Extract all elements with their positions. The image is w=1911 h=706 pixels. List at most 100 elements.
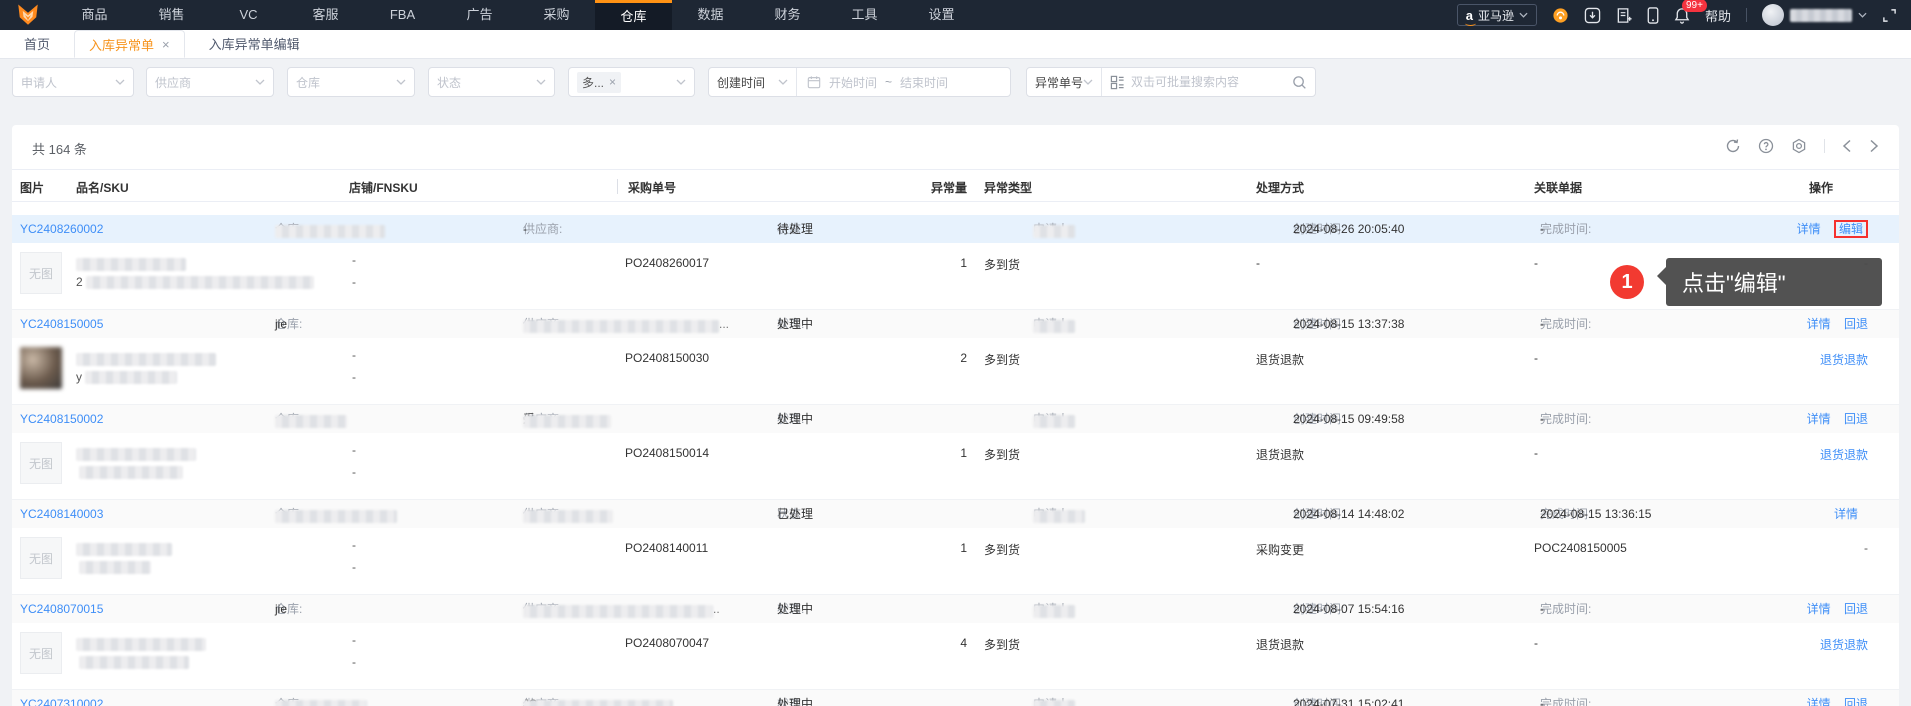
detail-action-link[interactable]: 详情 <box>1807 317 1831 331</box>
col-actions: 操作 <box>1808 181 1833 195</box>
exception-order-number-link[interactable]: YC2408150005 <box>20 310 103 338</box>
detail-action-link[interactable]: 详情 <box>1797 222 1821 236</box>
detail-row: 无图 - - PO2408150014 1 多到货 退货退款 - 退货退款 <box>12 433 1899 500</box>
detail-row-action[interactable]: 退货退款 <box>1820 351 1868 368</box>
exception-order-number-link[interactable]: YC2408150002 <box>20 405 103 433</box>
exception-order-number-link[interactable]: YC2407310002 <box>20 690 103 706</box>
app-logo-fox-icon[interactable] <box>0 0 56 30</box>
detail-action-link[interactable]: 详情 <box>1807 412 1831 426</box>
exception-order-group: YC2408070015 仓库:jie 供应商:.. 状态:处理中 申请人: 创… <box>12 595 1899 690</box>
nav-item-vc[interactable]: VC <box>210 0 287 30</box>
tab-home[interactable]: 首页 <box>0 30 74 58</box>
date-range-input[interactable]: 开始时间 ~ 结束时间 <box>797 74 1010 91</box>
exception-order-number-link[interactable]: YC2408070015 <box>20 595 103 623</box>
exception-order-group: YC2407310002 仓库: 供应商:JS... 状态:处理中 申请人: 创… <box>12 690 1899 706</box>
search-field-select[interactable]: 异常单号 <box>1027 68 1102 96</box>
product-image[interactable]: 无图 <box>20 537 62 579</box>
col-image: 图片 <box>20 181 45 195</box>
secondary-action-link[interactable]: 回退 <box>1844 317 1868 331</box>
chevron-left-icon[interactable] <box>1842 139 1852 153</box>
batch-search-icon[interactable] <box>1110 75 1125 90</box>
applicant-select[interactable]: 申请人 <box>12 67 134 97</box>
marketplace-selector[interactable]: a 亚马逊 <box>1456 4 1537 26</box>
mobile-app-icon[interactable] <box>1647 6 1659 24</box>
new-document-icon[interactable] <box>1616 7 1632 24</box>
tab-inbound-exception[interactable]: 入库异常单 × <box>74 30 185 58</box>
status-select[interactable]: 状态 <box>428 67 555 97</box>
supplier-field: 供应商:JS... <box>523 690 683 706</box>
user-account-menu[interactable] <box>1762 4 1867 26</box>
row-actions: 详情 回退 <box>1797 310 1868 338</box>
secondary-action-link[interactable]: 回退 <box>1844 602 1868 616</box>
detail-row-action[interactable]: 退货退款 <box>1820 636 1868 653</box>
handle-method: 退货退款 <box>1256 353 1305 367</box>
detail-action-link[interactable]: 详情 <box>1834 507 1858 521</box>
status-value: 处理中 <box>777 412 814 426</box>
nav-item-data[interactable]: 数据 <box>672 0 749 30</box>
tab-inbound-exception-edit[interactable]: 入库异常单编辑 <box>185 30 324 58</box>
fullscreen-icon[interactable] <box>1882 8 1897 23</box>
nav-item-products[interactable]: 商品 <box>56 0 133 30</box>
chevron-right-icon[interactable] <box>1869 139 1879 153</box>
detail-row-action[interactable]: - <box>1864 541 1868 555</box>
tag-label: 多... <box>582 75 605 90</box>
nav-item-sales[interactable]: 销售 <box>133 0 210 30</box>
product-image[interactable]: 无图 <box>20 347 62 389</box>
amazon-icon: a <box>1464 7 1477 26</box>
page-tabs: 首页 入库异常单 × 入库异常单编辑 <box>0 30 1911 59</box>
col-handle-method: 处理方式 <box>1256 181 1305 195</box>
detail-row: 无图 - - PO2408070047 4 多到货 退货退款 - 退货退款 <box>12 623 1899 690</box>
col-name-sku: 品名/SKU <box>76 181 129 195</box>
exception-type: 多到货 <box>984 638 1021 652</box>
nav-item-purchase[interactable]: 采购 <box>518 0 595 30</box>
exception-type-multiselect[interactable]: 多... × <box>568 67 695 97</box>
warehouse-select[interactable]: 仓库 <box>287 67 415 97</box>
exception-type: 多到货 <box>984 543 1021 557</box>
close-icon[interactable]: × <box>162 37 170 52</box>
chevron-down-icon <box>255 79 265 85</box>
exception-order-number-link[interactable]: YC2408140003 <box>20 500 103 528</box>
detail-action-link[interactable]: 详情 <box>1807 697 1831 706</box>
nav-item-finance[interactable]: 财务 <box>749 0 826 30</box>
exception-type: 多到货 <box>984 353 1021 367</box>
exception-order-number-link[interactable]: YC2408260002 <box>20 215 103 243</box>
support-headset-icon[interactable] <box>1552 7 1569 24</box>
nav-item-warehouse[interactable]: 仓库 <box>595 0 672 30</box>
applicant-field: 申请人: <box>1033 500 1085 528</box>
warehouse-field: 仓库: <box>275 405 347 433</box>
nav-item-settings[interactable]: 设置 <box>903 0 980 30</box>
secondary-action-link[interactable]: 编辑 <box>1833 220 1868 238</box>
nav-item-service[interactable]: 客服 <box>287 0 364 30</box>
start-date-placeholder: 开始时间 <box>829 75 878 90</box>
nav-item-fba[interactable]: FBA <box>364 0 441 30</box>
settings-gear-icon[interactable] <box>1791 138 1807 154</box>
search-input[interactable] <box>1131 75 1286 89</box>
tag-close-icon[interactable]: × <box>609 75 616 89</box>
secondary-action-link[interactable]: 回退 <box>1844 412 1868 426</box>
help-circle-icon[interactable] <box>1758 138 1774 154</box>
detail-action-link[interactable]: 详情 <box>1807 602 1831 616</box>
secondary-action-link[interactable]: 回退 <box>1844 697 1868 706</box>
product-image[interactable]: 无图 <box>20 632 62 674</box>
search-icon[interactable] <box>1292 75 1307 90</box>
help-link[interactable]: 帮助 <box>1705 6 1731 25</box>
product-image[interactable]: 无图 <box>20 442 62 484</box>
supplier-field: 供应商: <box>523 500 613 528</box>
download-icon[interactable] <box>1584 7 1601 24</box>
date-type-select[interactable]: 创建时间 <box>709 68 797 96</box>
warehouse-field: 仓库: <box>275 500 397 528</box>
product-image[interactable]: 无图 <box>20 252 62 294</box>
nav-item-ads[interactable]: 广告 <box>441 0 518 30</box>
handle-method: 退货退款 <box>1256 638 1305 652</box>
detail-row-action[interactable]: 退货退款 <box>1820 446 1868 463</box>
chevron-down-icon <box>676 79 686 85</box>
handle-method: 采购变更 <box>1256 543 1305 557</box>
nav-item-tools[interactable]: 工具 <box>826 0 903 30</box>
exception-order-group: YC2408150005 仓库:jie 供应商:... 状态:处理中 申请人: … <box>12 310 1899 405</box>
po-number: PO2408140011 <box>625 541 709 555</box>
notification-bell-icon[interactable]: 99+ <box>1674 0 1707 24</box>
calendar-icon <box>807 76 821 89</box>
supplier-select[interactable]: 供应商 <box>146 67 274 97</box>
applicant-field: 申请人: <box>1033 215 1075 243</box>
refresh-icon[interactable] <box>1725 138 1741 154</box>
